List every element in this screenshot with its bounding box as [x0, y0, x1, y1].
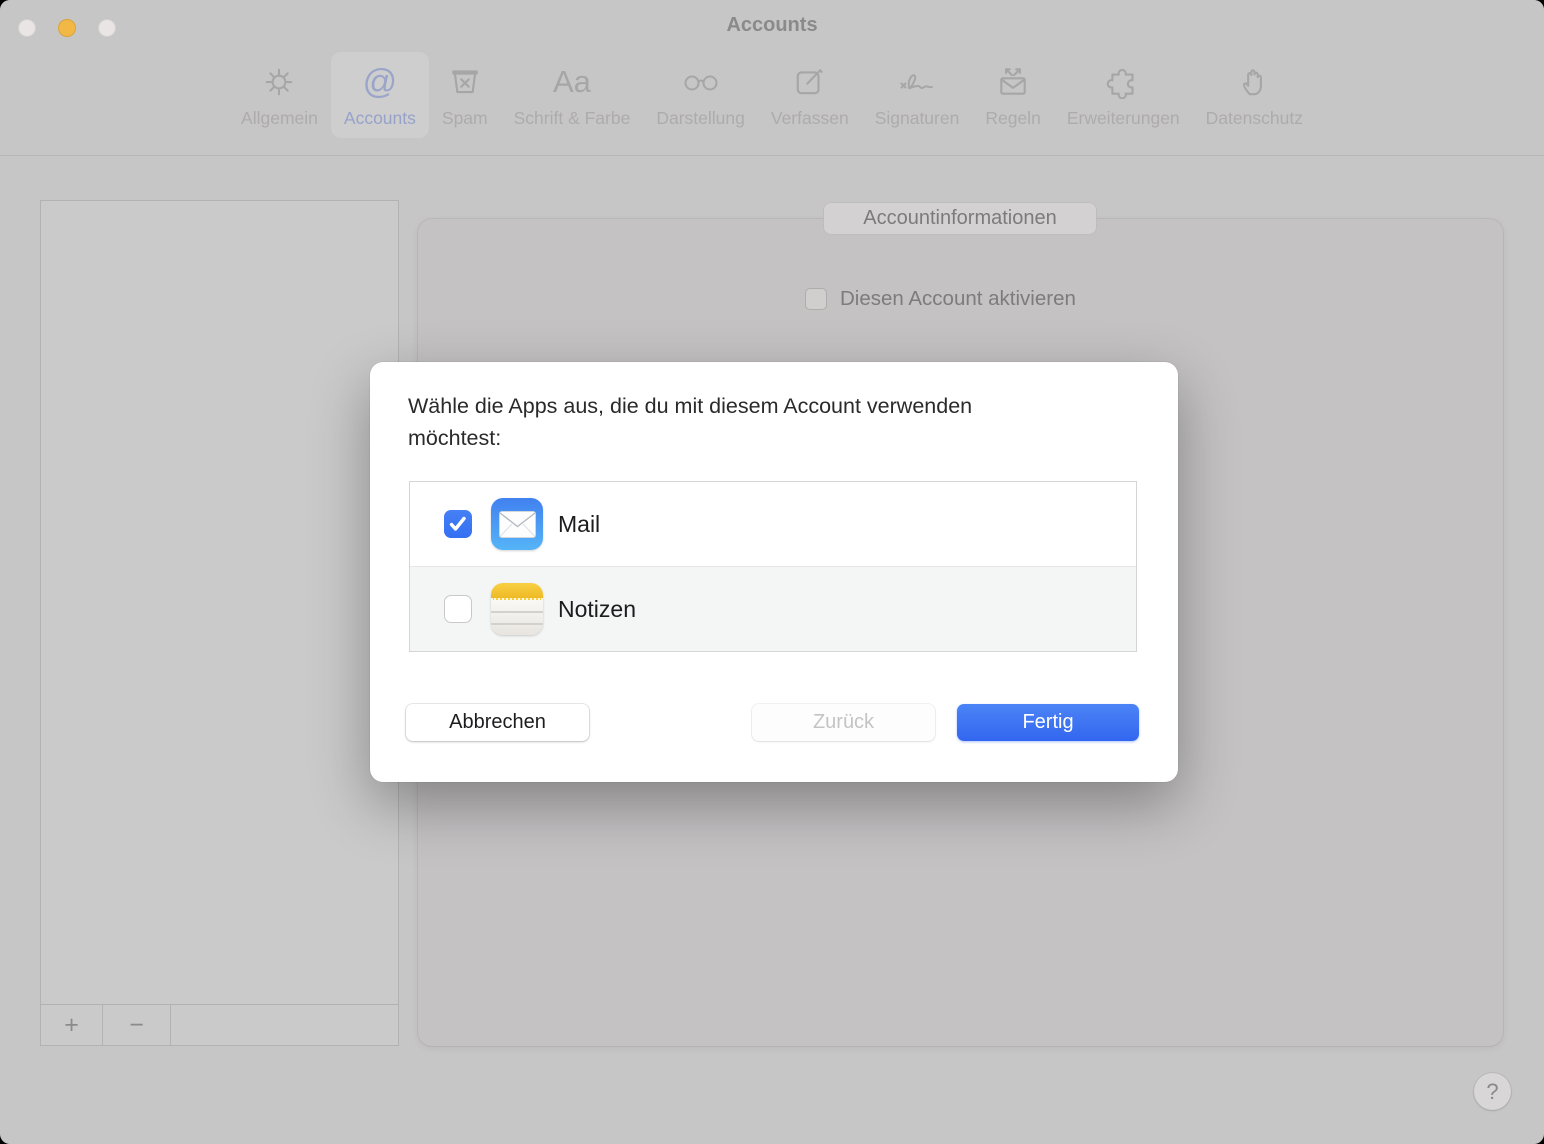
checkmark-icon	[449, 516, 466, 531]
toolbar-item-verfassen[interactable]: Verfassen	[758, 52, 862, 138]
notes-icon-line	[491, 623, 543, 625]
compose-icon	[793, 58, 827, 106]
window-chrome: Accounts Allgemein @ Accounts Spam Aa Sc…	[0, 0, 1544, 156]
app-label: Mail	[558, 510, 601, 537]
glasses-icon	[681, 58, 721, 106]
toolbar-label: Schrift & Farbe	[513, 108, 631, 128]
notes-checkbox[interactable]	[444, 595, 472, 623]
toolbar-item-allgemein[interactable]: Allgemein	[228, 52, 331, 138]
window-title: Accounts	[726, 14, 818, 36]
signature-icon	[897, 58, 937, 106]
toolbar-item-accounts[interactable]: @ Accounts	[330, 52, 429, 138]
trash-icon	[448, 58, 482, 106]
app-list: Mail Notizen	[409, 481, 1137, 652]
notes-app-icon	[491, 583, 543, 635]
add-account-button[interactable]: +	[41, 1005, 103, 1045]
toolbar-item-darstellung[interactable]: Darstellung	[643, 52, 758, 138]
rules-icon	[996, 58, 1030, 106]
enable-account-label: Diesen Account aktivieren	[840, 287, 1076, 310]
help-button[interactable]: ?	[1474, 1073, 1511, 1110]
back-button[interactable]: Zurück	[752, 704, 935, 741]
toolbar-item-spam[interactable]: Spam	[429, 52, 501, 138]
app-row-mail[interactable]: Mail	[410, 482, 1136, 566]
tab-accountinformationen[interactable]: Accountinformationen	[823, 202, 1097, 235]
account-list-actions: + −	[41, 1004, 398, 1045]
notes-icon-line	[491, 611, 543, 613]
toolbar-label: Allgemein	[241, 108, 318, 128]
toolbar-label: Darstellung	[656, 108, 745, 128]
toolbar-item-datenschutz[interactable]: Datenschutz	[1193, 52, 1316, 138]
hand-icon	[1237, 58, 1271, 106]
done-button[interactable]: Fertig	[957, 704, 1139, 741]
mail-checkbox[interactable]	[444, 510, 472, 538]
toolbar-item-regeln[interactable]: Regeln	[972, 52, 1053, 138]
fonts-icon: Aa	[553, 64, 591, 99]
mail-app-icon	[491, 498, 543, 550]
toolbar-label: Regeln	[985, 108, 1041, 128]
puzzle-icon	[1105, 58, 1141, 106]
dialog-title: Wähle die Apps aus, die du mit diesem Ac…	[408, 394, 973, 450]
toolbar-item-schrift-farbe[interactable]: Aa Schrift & Farbe	[501, 52, 644, 138]
toolbar-item-erweiterungen[interactable]: Erweiterungen	[1054, 52, 1193, 138]
enable-account-checkbox[interactable]	[805, 288, 827, 310]
app-row-notizen[interactable]: Notizen	[410, 566, 1136, 651]
cancel-button[interactable]: Abbrechen	[406, 704, 589, 741]
account-list[interactable]: + −	[40, 200, 399, 1046]
toolbar-label: Erweiterungen	[1066, 108, 1180, 128]
settings-toolbar: Allgemein @ Accounts Spam Aa Schrift & F…	[0, 52, 1544, 138]
notes-icon-band	[491, 583, 543, 600]
toolbar-label: Datenschutz	[1205, 108, 1303, 128]
mail-settings-window: Accounts Allgemein @ Accounts Spam Aa Sc…	[0, 0, 1544, 1144]
app-selection-dialog: Wähle die Apps aus, die du mit diesem Ac…	[370, 362, 1178, 782]
at-icon: @	[362, 63, 398, 101]
toolbar-label: Accounts	[343, 108, 416, 128]
gear-icon	[262, 58, 296, 106]
toolbar-label: Verfassen	[770, 108, 849, 128]
question-mark-icon: ?	[1486, 1078, 1499, 1104]
app-label: Notizen	[558, 595, 636, 622]
toolbar-label: Signaturen	[874, 108, 960, 128]
account-actions-spacer	[171, 1005, 398, 1045]
toolbar-item-signaturen[interactable]: Signaturen	[862, 52, 973, 138]
toolbar-label: Spam	[441, 108, 488, 128]
enable-account-row: Diesen Account aktivieren	[805, 287, 1076, 311]
remove-account-button[interactable]: −	[103, 1005, 171, 1045]
